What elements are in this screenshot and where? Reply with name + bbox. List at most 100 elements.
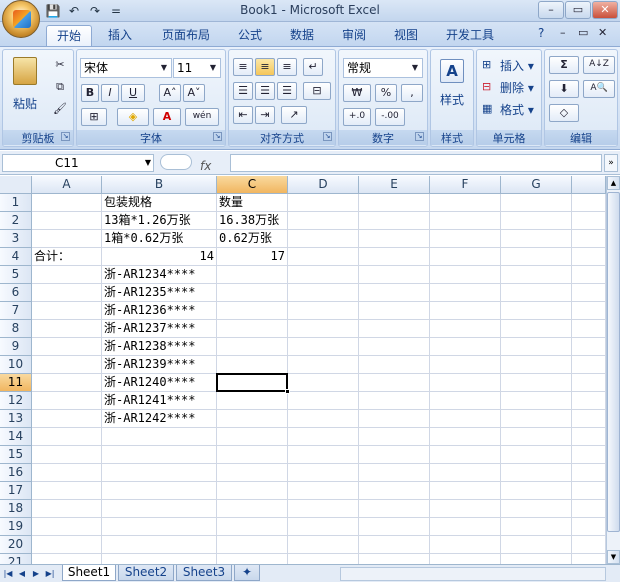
row-header-17[interactable]: 17 bbox=[0, 482, 32, 500]
orientation-icon[interactable]: ↗ bbox=[281, 106, 307, 124]
underline-button[interactable]: U bbox=[121, 84, 145, 102]
sheet-tab-sheet3[interactable]: Sheet3 bbox=[176, 565, 232, 581]
cell-c8[interactable] bbox=[217, 320, 288, 338]
cell-b16[interactable] bbox=[102, 464, 217, 482]
cell-e13[interactable] bbox=[359, 410, 430, 428]
cell-h10[interactable] bbox=[572, 356, 606, 374]
cell-d19[interactable] bbox=[288, 518, 359, 536]
cell-b6[interactable]: 浙-AR1235**** bbox=[102, 284, 217, 302]
cell-g3[interactable] bbox=[501, 230, 572, 248]
cell-g8[interactable] bbox=[501, 320, 572, 338]
cell-e21[interactable] bbox=[359, 554, 430, 564]
format-painter-icon[interactable]: 🖌 bbox=[51, 100, 69, 117]
cell-g20[interactable] bbox=[501, 536, 572, 554]
cell-g11[interactable] bbox=[501, 374, 572, 392]
cell-c5[interactable] bbox=[217, 266, 288, 284]
cell-h20[interactable] bbox=[572, 536, 606, 554]
scroll-thumb[interactable] bbox=[607, 192, 620, 532]
ribbon-close-button[interactable]: ✕ bbox=[598, 26, 607, 39]
cell-c11[interactable] bbox=[217, 374, 288, 392]
cell-e16[interactable] bbox=[359, 464, 430, 482]
cell-f17[interactable] bbox=[430, 482, 501, 500]
cell-c14[interactable] bbox=[217, 428, 288, 446]
cell-b10[interactable]: 浙-AR1239**** bbox=[102, 356, 217, 374]
cell-d12[interactable] bbox=[288, 392, 359, 410]
cell-e7[interactable] bbox=[359, 302, 430, 320]
cell-c21[interactable] bbox=[217, 554, 288, 564]
last-sheet-icon[interactable]: ▶| bbox=[44, 567, 56, 580]
cell-d2[interactable] bbox=[288, 212, 359, 230]
formula-bar-splitter[interactable] bbox=[160, 154, 192, 170]
cell-a20[interactable] bbox=[32, 536, 102, 554]
copy-icon[interactable]: ⧉ bbox=[51, 78, 69, 95]
worksheet-grid[interactable]: A B C D E F G 1 包装规格 数量 2 13箱*1.26万张 16.38万张 3 1箱*0.62… bbox=[0, 176, 606, 564]
horizontal-scrollbar[interactable] bbox=[340, 567, 606, 581]
row-header-7[interactable]: 7 bbox=[0, 302, 32, 320]
cell-c3[interactable]: 0.62万张 bbox=[217, 230, 288, 248]
cell-d11[interactable] bbox=[288, 374, 359, 392]
minimize-button[interactable]: – bbox=[538, 1, 564, 19]
percent-format-button[interactable]: % bbox=[375, 84, 397, 102]
currency-format-button[interactable]: ₩ bbox=[343, 84, 371, 102]
font-size-combo[interactable]: 11 ▼ bbox=[173, 58, 221, 78]
cell-h8[interactable] bbox=[572, 320, 606, 338]
cell-e18[interactable] bbox=[359, 500, 430, 518]
cell-h3[interactable] bbox=[572, 230, 606, 248]
cell-a10[interactable] bbox=[32, 356, 102, 374]
cell-h16[interactable] bbox=[572, 464, 606, 482]
row-header-11[interactable]: 11 bbox=[0, 374, 32, 392]
cell-f8[interactable] bbox=[430, 320, 501, 338]
tab-data[interactable]: 数据 bbox=[280, 25, 324, 46]
scroll-down-icon[interactable]: ▼ bbox=[607, 550, 620, 564]
cell-a21[interactable] bbox=[32, 554, 102, 564]
cell-c9[interactable] bbox=[217, 338, 288, 356]
cell-f18[interactable] bbox=[430, 500, 501, 518]
cell-a11[interactable] bbox=[32, 374, 102, 392]
styles-button[interactable]: A 样式 bbox=[433, 54, 471, 118]
cell-h5[interactable] bbox=[572, 266, 606, 284]
cell-e20[interactable] bbox=[359, 536, 430, 554]
cell-h12[interactable] bbox=[572, 392, 606, 410]
cell-f2[interactable] bbox=[430, 212, 501, 230]
cell-e1[interactable] bbox=[359, 194, 430, 212]
shrink-font-button[interactable]: A˅ bbox=[183, 84, 205, 102]
cell-a18[interactable] bbox=[32, 500, 102, 518]
tab-formulas[interactable]: 公式 bbox=[228, 25, 272, 46]
cell-b18[interactable] bbox=[102, 500, 217, 518]
column-header-a[interactable]: A bbox=[32, 176, 102, 194]
clear-button[interactable]: ◇ bbox=[549, 104, 579, 122]
sort-filter-button[interactable]: A↓Z bbox=[583, 56, 615, 74]
column-header-h[interactable] bbox=[572, 176, 606, 194]
row-header-20[interactable]: 20 bbox=[0, 536, 32, 554]
cell-a15[interactable] bbox=[32, 446, 102, 464]
cell-d14[interactable] bbox=[288, 428, 359, 446]
row-header-4[interactable]: 4 bbox=[0, 248, 32, 266]
cell-d5[interactable] bbox=[288, 266, 359, 284]
cell-b11[interactable]: 浙-AR1240**** bbox=[102, 374, 217, 392]
tab-review[interactable]: 审阅 bbox=[332, 25, 376, 46]
decrease-indent-icon[interactable]: ⇤ bbox=[233, 106, 253, 124]
cell-g2[interactable] bbox=[501, 212, 572, 230]
cell-e19[interactable] bbox=[359, 518, 430, 536]
cell-a3[interactable] bbox=[32, 230, 102, 248]
cell-b9[interactable]: 浙-AR1238**** bbox=[102, 338, 217, 356]
cell-a1[interactable] bbox=[32, 194, 102, 212]
sheet-tab-sheet1[interactable]: Sheet1 bbox=[62, 565, 116, 581]
cell-f21[interactable] bbox=[430, 554, 501, 564]
cell-d21[interactable] bbox=[288, 554, 359, 564]
merge-center-icon[interactable]: ⊟ bbox=[303, 82, 331, 100]
cell-a4[interactable]: 合计： bbox=[32, 248, 102, 266]
row-header-6[interactable]: 6 bbox=[0, 284, 32, 302]
cell-g4[interactable] bbox=[501, 248, 572, 266]
cell-a2[interactable] bbox=[32, 212, 102, 230]
cell-g17[interactable] bbox=[501, 482, 572, 500]
cell-a12[interactable] bbox=[32, 392, 102, 410]
cell-h13[interactable] bbox=[572, 410, 606, 428]
cell-b2[interactable]: 13箱*1.26万张 bbox=[102, 212, 217, 230]
grow-font-button[interactable]: A˄ bbox=[159, 84, 181, 102]
next-sheet-icon[interactable]: ▶ bbox=[30, 567, 42, 580]
cell-a6[interactable] bbox=[32, 284, 102, 302]
column-header-d[interactable]: D bbox=[288, 176, 359, 194]
cell-f4[interactable] bbox=[430, 248, 501, 266]
cell-h18[interactable] bbox=[572, 500, 606, 518]
